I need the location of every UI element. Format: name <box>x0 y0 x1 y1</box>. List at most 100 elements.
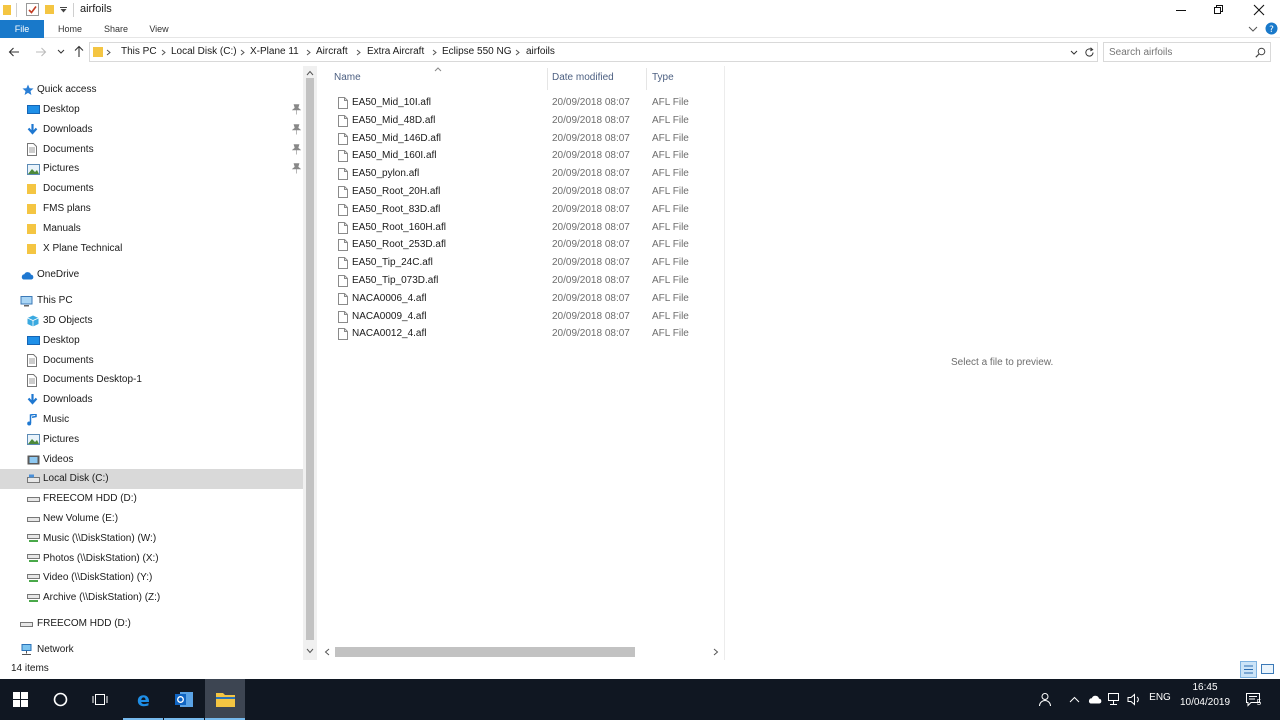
address-dropdown-icon[interactable] <box>1070 50 1078 56</box>
forward-arrow-icon[interactable] <box>35 46 47 58</box>
tab-view[interactable]: View <box>142 20 176 38</box>
customize-toolbar-icon[interactable] <box>60 7 67 13</box>
properties-icon[interactable] <box>26 3 39 16</box>
people-icon[interactable] <box>1038 692 1053 707</box>
file-row[interactable]: EA50_pylon.afl 20/09/2018 08:07 AFL File <box>335 165 705 183</box>
nav-quick-item[interactable]: Documents <box>0 140 303 160</box>
nav-pc-item[interactable]: Desktop <box>0 331 303 351</box>
nav-pc-item[interactable]: FREECOM HDD (D:) <box>0 489 303 509</box>
help-icon[interactable]: ? <box>1265 22 1278 35</box>
nav-onedrive[interactable]: OneDrive <box>0 265 303 285</box>
restore-icon[interactable] <box>1213 4 1225 16</box>
onedrive-tray-icon[interactable] <box>1087 694 1102 704</box>
chevron-up-icon[interactable] <box>1069 696 1080 703</box>
file-row[interactable]: EA50_Root_83D.afl 20/09/2018 08:07 AFL Fil… <box>335 201 705 219</box>
search-taskbar-button[interactable] <box>40 679 80 720</box>
nav-quick-access[interactable]: Quick access <box>0 80 303 100</box>
edge-taskbar-button[interactable]: e <box>123 679 163 720</box>
breadcrumb-extra-aircraft[interactable]: Extra Aircraft <box>367 46 424 57</box>
nav-pc-item[interactable]: Video (\\DiskStation) (Y:) <box>0 568 303 588</box>
explorer-taskbar-button[interactable] <box>205 679 245 720</box>
nav-scroll-thumb[interactable] <box>306 78 314 640</box>
file-row[interactable]: EA50_Tip_24C.afl 20/09/2018 08:07 AFL File <box>335 254 705 272</box>
hscroll-thumb[interactable] <box>335 647 635 657</box>
nav-pc-item[interactable]: 3D Objects <box>0 311 303 331</box>
scroll-right-icon[interactable] <box>713 648 719 656</box>
nav-scrollbar[interactable] <box>303 66 317 660</box>
network-tray-icon[interactable] <box>1107 692 1122 706</box>
nav-pc-item[interactable]: Documents Desktop-1 <box>0 370 303 390</box>
nav-pc-item[interactable]: Documents <box>0 351 303 371</box>
column-header-type[interactable]: Type <box>652 70 722 86</box>
nav-network[interactable]: Network <box>0 640 303 660</box>
scroll-left-icon[interactable] <box>324 648 330 656</box>
nav-quick-item[interactable]: Desktop <box>0 100 303 120</box>
breadcrumb-chevron-icon[interactable] <box>106 49 111 56</box>
language-indicator[interactable]: ENG <box>1148 692 1172 703</box>
recent-locations-icon[interactable] <box>57 49 65 55</box>
search-box[interactable] <box>1103 42 1271 62</box>
back-arrow-icon[interactable] <box>8 46 20 58</box>
nav-pc-item[interactable]: Local Disk (C:) <box>0 469 303 490</box>
close-icon[interactable] <box>1253 4 1265 16</box>
tab-share[interactable]: Share <box>98 20 134 38</box>
breadcrumb-eclipse[interactable]: Eclipse 550 NG <box>442 46 511 57</box>
nav-quick-item[interactable]: Pictures <box>0 159 303 179</box>
nav-pc-item[interactable]: Downloads <box>0 390 303 410</box>
breadcrumb-xplane[interactable]: X-Plane 11 <box>250 46 299 57</box>
nav-pc-item[interactable]: Pictures <box>0 430 303 450</box>
file-row[interactable]: EA50_Mid_10I.afl 20/09/2018 08:07 AFL File <box>335 94 705 112</box>
address-bar[interactable]: This PC Local Disk (C:) X-Plane 11 Aircr… <box>89 42 1098 62</box>
scroll-down-icon[interactable] <box>306 648 314 654</box>
breadcrumb-chevron-icon[interactable] <box>432 49 437 56</box>
file-row[interactable]: EA50_Root_20H.afl 20/09/2018 08:07 AFL Fil… <box>335 183 705 201</box>
tab-home[interactable]: Home <box>52 20 88 38</box>
file-row[interactable]: NACA0009_4.afl 20/09/2018 08:07 AFL File <box>335 308 705 326</box>
pin-icon[interactable] <box>292 163 301 174</box>
search-input[interactable] <box>1109 45 1249 59</box>
up-arrow-icon[interactable] <box>73 45 85 58</box>
nav-pc-item[interactable]: Archive (\\DiskStation) (Z:) <box>0 588 303 608</box>
breadcrumb-airfoils[interactable]: airfoils <box>526 46 555 57</box>
nav-pc-item[interactable]: Music <box>0 410 303 430</box>
chevron-down-icon[interactable] <box>1248 25 1258 33</box>
file-row[interactable]: NACA0012_4.afl 20/09/2018 08:07 AFL File <box>335 325 705 343</box>
file-row[interactable]: EA50_Mid_146D.afl 20/09/2018 08:07 AFL Fil… <box>335 130 705 148</box>
nav-this-pc[interactable]: This PC <box>0 291 303 311</box>
details-view-icon[interactable] <box>1240 661 1257 678</box>
nav-quick-item[interactable]: FMS plans <box>0 199 303 219</box>
refresh-icon[interactable] <box>1084 47 1095 58</box>
search-icon[interactable] <box>1255 47 1266 58</box>
outlook-taskbar-button[interactable] <box>164 679 204 720</box>
tab-file[interactable]: File <box>0 20 44 38</box>
task-view-button[interactable] <box>80 679 120 720</box>
nav-quick-item[interactable]: Downloads <box>0 120 303 140</box>
nav-quick-item[interactable]: X Plane Technical <box>0 239 303 259</box>
breadcrumb-chevron-icon[interactable] <box>240 49 245 56</box>
file-row[interactable]: EA50_Root_160H.afl 20/09/2018 08:07 AFL Fi… <box>335 219 705 237</box>
breadcrumb-chevron-icon[interactable] <box>356 49 361 56</box>
pin-icon[interactable] <box>292 104 301 115</box>
breadcrumb-chevron-icon[interactable] <box>515 49 520 56</box>
pin-icon[interactable] <box>292 143 301 155</box>
breadcrumb-this-pc[interactable]: This PC <box>121 46 157 57</box>
clock-date[interactable]: 10/04/2019 <box>1176 697 1234 708</box>
file-row[interactable]: EA50_Tip_073D.afl 20/09/2018 08:07 AFL Fil… <box>335 272 705 290</box>
nav-pc-item[interactable]: Photos (\\DiskStation) (X:) <box>0 549 303 569</box>
nav-pc-item[interactable]: Music (\\DiskStation) (W:) <box>0 529 303 549</box>
column-header-name[interactable]: Name <box>334 70 547 86</box>
breadcrumb-chevron-icon[interactable] <box>306 49 311 56</box>
nav-pc-item[interactable]: Videos <box>0 450 303 470</box>
column-header-date[interactable]: Date modified <box>552 70 647 86</box>
breadcrumb-chevron-icon[interactable] <box>161 49 166 56</box>
start-button[interactable] <box>0 679 40 720</box>
file-row[interactable]: EA50_Mid_48D.afl 20/09/2018 08:07 AFL File <box>335 112 705 130</box>
nav-quick-item[interactable]: Documents <box>0 179 303 199</box>
new-folder-icon[interactable] <box>45 4 54 15</box>
nav-quick-item[interactable]: Manuals <box>0 219 303 239</box>
nav-freecom[interactable]: FREECOM HDD (D:) <box>0 614 303 634</box>
file-hscrollbar[interactable] <box>321 644 724 660</box>
breadcrumb-local-disk[interactable]: Local Disk (C:) <box>171 46 237 57</box>
clock-time[interactable]: 16:45 <box>1180 682 1230 693</box>
file-row[interactable]: EA50_Root_253D.afl 20/09/2018 08:07 AFL Fi… <box>335 236 705 254</box>
